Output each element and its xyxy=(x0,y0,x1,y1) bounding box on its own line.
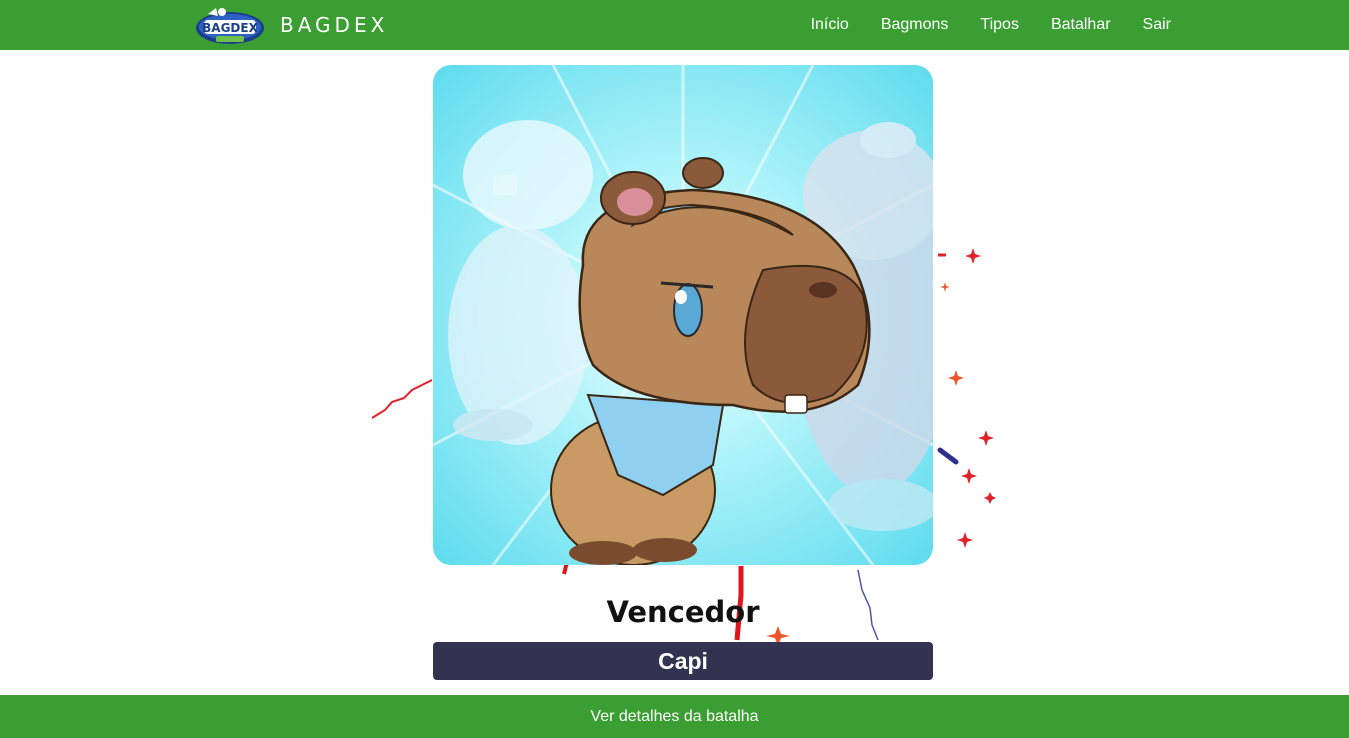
nav-batalhar[interactable]: Batalhar xyxy=(1051,16,1111,34)
top-navbar: BAGDEX BAGDEX Início Bagmons Tipos Batal… xyxy=(0,0,1349,50)
view-battle-details-button[interactable]: Ver detalhes da batalha xyxy=(0,695,1349,738)
winner-bagmon-image xyxy=(433,65,933,565)
capybara-bagmon-illustration xyxy=(433,65,933,565)
brand-home-link[interactable]: BAGDEX BAGDEX xyxy=(194,4,388,46)
winner-name-badge: Capi xyxy=(433,642,933,680)
brand-name: BAGDEX xyxy=(280,13,389,37)
battle-result: Vencedor Capi xyxy=(0,50,1349,695)
svg-text:BAGDEX: BAGDEX xyxy=(202,21,258,35)
bagdex-logo-icon: BAGDEX xyxy=(196,8,264,44)
nav-sair[interactable]: Sair xyxy=(1143,16,1171,34)
nav-tipos[interactable]: Tipos xyxy=(980,16,1019,34)
winner-heading: Vencedor xyxy=(606,595,760,629)
nav-inicio[interactable]: Início xyxy=(811,16,849,34)
main-nav: Início Bagmons Tipos Batalhar Sair xyxy=(811,0,1171,50)
nav-bagmons[interactable]: Bagmons xyxy=(881,16,949,34)
